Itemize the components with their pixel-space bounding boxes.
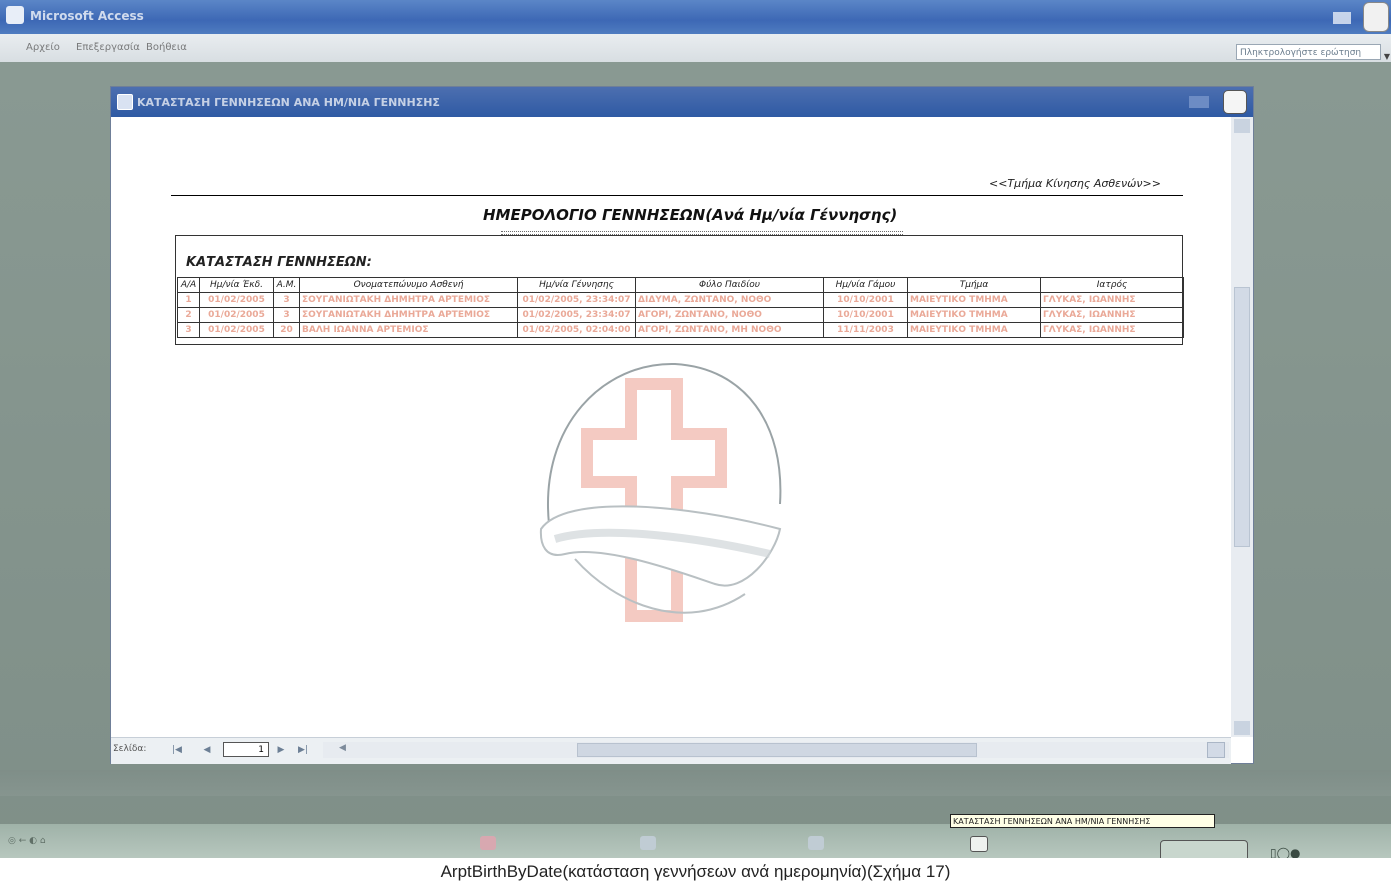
cell-birth-date: 01/02/2005, 23:34:07	[517, 307, 636, 323]
menu-edit[interactable]: Επεξεργασία	[76, 42, 140, 53]
cell-doctor: ΓΛΥΚΑΣ, ΙΩΑΝΝΗΣ	[1040, 307, 1184, 323]
births-table: Α/Α Ημ/νία Έκδ. Α.Μ. Ονοματεπώνυμο Ασθεν…	[177, 277, 1184, 338]
cell-doctor: ΓΛΥΚΑΣ, ΙΩΑΝΝΗΣ	[1040, 292, 1184, 308]
taskbar-app-icon[interactable]	[480, 836, 496, 850]
table-header-row: Α/Α Ημ/νία Έκδ. Α.Μ. Ονοματεπώνυμο Ασθεν…	[177, 277, 1184, 293]
app-title: Microsoft Access	[30, 9, 144, 23]
taskbar-app-icon[interactable]	[640, 836, 656, 850]
cell-patient-name: ΣΟΥΓΑΝΙΩΤΑΚΗ ΔΗΜΗΤΡΑ ΑΡΤΕΜΙΟΣ	[299, 292, 518, 308]
cell-aa: 1	[177, 292, 200, 308]
help-question-box[interactable]: Πληκτρολογήστε ερώτηση	[1236, 44, 1381, 60]
scroll-left-icon[interactable]: ◀	[339, 743, 351, 757]
menu-file[interactable]: Αρχείο	[26, 42, 60, 53]
department-label: <<Τμήμα Κίνησης Ασθενών>>	[989, 177, 1161, 190]
column-header: Τμήμα	[907, 277, 1041, 293]
page-navigation-bar: Σελίδα: |◀ ◀ 1 ▶ ▶| ◀	[111, 737, 1231, 764]
cell-aa: 3	[177, 322, 200, 338]
chevron-down-icon[interactable]: ▼	[1384, 52, 1390, 61]
table-row: 3 01/02/2005 20 ΒΑΛΗ ΙΩΑΝΝΑ ΑΡΤΕΜΙΟΣ 01/…	[177, 322, 1184, 338]
table-row: 2 01/02/2005 3 ΣΟΥΓΑΝΙΩΤΑΚΗ ΔΗΜΗΤΡΑ ΑΡΤΕ…	[177, 307, 1184, 323]
system-tray-icons: ▯◯●	[1270, 846, 1301, 858]
menu-bar: Αρχείο Επεξεργασία Βοήθεια	[0, 34, 1391, 62]
access-app-icon	[6, 6, 24, 24]
cell-record-no: 3	[273, 307, 300, 323]
report-window-title: ΚΑΤΑΣΤΑΣΗ ΓΕΝΝΗΣΕΩΝ ΑΝΑ ΗΜ/ΝΙΑ ΓΕΝΝΗΣΗΣ	[137, 96, 440, 109]
close-button[interactable]	[1363, 2, 1389, 32]
cell-patient-name: ΒΑΛΗ ΙΩΑΝΝΑ ΑΡΤΕΜΙΟΣ	[299, 322, 518, 338]
cell-aa: 2	[177, 307, 200, 323]
status-bar	[0, 770, 1391, 796]
cell-birth-date: 01/02/2005, 02:04:00	[517, 322, 636, 338]
start-button[interactable]: ◎ ← ◐ ⌂	[8, 836, 46, 846]
report-close-button[interactable]	[1223, 90, 1247, 114]
page-label: Σελίδα:	[113, 744, 147, 754]
cell-child-sex: ΔΙΔΥΜΑ, ΖΩΝΤΑΝΟ, ΝΟΘΟ	[635, 292, 824, 308]
report-titlebar: ΚΑΤΑΣΤΑΣΗ ΓΕΝΝΗΣΕΩΝ ΑΝΑ ΗΜ/ΝΙΑ ΓΕΝΝΗΣΗΣ	[111, 87, 1253, 117]
column-header: Ημ/νία Γέννησης	[517, 277, 636, 293]
scroll-right-button[interactable]	[1207, 742, 1225, 758]
cell-marriage-date: 11/11/2003	[823, 322, 908, 338]
cell-record-no: 20	[273, 322, 300, 338]
column-header: Ημ/νία Γάμου	[823, 277, 908, 293]
horizontal-scrollbar[interactable]: ◀	[323, 742, 1229, 758]
cell-patient-name: ΣΟΥΓΑΝΙΩΤΑΚΗ ΔΗΜΗΤΡΑ ΑΡΤΕΜΙΟΣ	[299, 307, 518, 323]
report-title: ΗΜΕΡΟΛΟΓΙΟ ΓΕΝΝΗΣΕΩΝ(Ανά Ημ/νία Γέννησης…	[483, 206, 898, 224]
figure-caption: ArptBirthByDate(κατάσταση γεννήσεων ανά …	[440, 862, 951, 881]
column-header: Ημ/νία Έκδ.	[199, 277, 274, 293]
taskbar-app-icon[interactable]	[808, 836, 824, 850]
column-header: Α/Α	[177, 277, 200, 293]
report-minimize-button[interactable]	[1189, 96, 1209, 108]
minimize-button[interactable]	[1333, 12, 1351, 24]
cell-child-sex: ΑΓΟΡΙ, ΖΩΝΤΑΝΟ, ΝΟΘΟ	[635, 307, 824, 323]
access-app-window: Microsoft Access Αρχείο Επεξεργασία Βοήθ…	[0, 0, 1391, 858]
cell-record-no: 3	[273, 292, 300, 308]
report-page: <<Τμήμα Κίνησης Ασθενών>> ΗΜΕΡΟΛΟΓΙΟ ΓΕΝ…	[111, 117, 1231, 737]
cell-department: ΜΑΙΕΥΤΙΚΟ ΤΜΗΜΑ	[907, 307, 1041, 323]
app-titlebar: Microsoft Access	[0, 0, 1391, 34]
cell-issue-date: 01/02/2005	[199, 307, 274, 323]
first-page-button[interactable]: |◀	[169, 743, 185, 757]
cell-marriage-date: 10/10/2001	[823, 307, 908, 323]
scroll-down-button[interactable]	[1234, 721, 1250, 735]
page-number-input[interactable]: 1	[223, 742, 269, 757]
header-divider	[171, 195, 1183, 196]
cell-doctor: ΓΛΥΚΑΣ, ΙΩΑΝΝΗΣ	[1040, 322, 1184, 338]
scroll-thumb[interactable]	[1234, 287, 1250, 547]
cell-marriage-date: 10/10/2001	[823, 292, 908, 308]
horizontal-scroll-thumb[interactable]	[577, 743, 977, 757]
next-page-button[interactable]: ▶	[273, 743, 289, 757]
active-task-button[interactable]	[1160, 840, 1248, 858]
report-icon	[117, 94, 133, 110]
cell-department: ΜΑΙΕΥΤΙΚΟ ΤΜΗΜΑ	[907, 322, 1041, 338]
cell-child-sex: ΑΓΟΡΙ, ΖΩΝΤΑΝΟ, ΜΗ ΝΟΘΟ	[635, 322, 824, 338]
cell-department: ΜΑΙΕΥΤΙΚΟ ΤΜΗΜΑ	[907, 292, 1041, 308]
cell-issue-date: 01/02/2005	[199, 292, 274, 308]
column-header: Ιατρός	[1040, 277, 1184, 293]
scroll-up-button[interactable]	[1234, 119, 1250, 133]
taskbar-window-icon[interactable]	[970, 836, 988, 852]
report-window: ΚΑΤΑΣΤΑΣΗ ΓΕΝΝΗΣΕΩΝ ΑΝΑ ΗΜ/ΝΙΑ ΓΕΝΝΗΣΗΣ …	[110, 86, 1254, 764]
previous-page-button[interactable]: ◀	[199, 743, 215, 757]
menu-help[interactable]: Βοήθεια	[146, 42, 187, 53]
column-header: Ονοματεπώνυμο Ασθενή	[299, 277, 518, 293]
cell-birth-date: 01/02/2005, 23:34:07	[517, 292, 636, 308]
section-title: ΚΑΤΑΣΤΑΣΗ ΓΕΝΝΗΣΕΩΝ:	[186, 255, 372, 270]
column-header: Α.Μ.	[273, 277, 300, 293]
hospital-logo	[539, 362, 782, 622]
table-row: 1 01/02/2005 3 ΣΟΥΓΑΝΙΩΤΑΚΗ ΔΗΜΗΤΡΑ ΑΡΤΕ…	[177, 292, 1184, 308]
column-header: Φύλο Παιδίου	[635, 277, 824, 293]
last-page-button[interactable]: ▶|	[295, 743, 311, 757]
taskbar-tooltip: ΚΑΤΑΣΤΑΣΗ ΓΕΝΝΗΣΕΩΝ ΑΝΑ ΗΜ/ΝΙΑ ΓΕΝΝΗΣΗΣ	[950, 814, 1215, 828]
vertical-scrollbar[interactable]	[1231, 117, 1253, 737]
cell-issue-date: 01/02/2005	[199, 322, 274, 338]
